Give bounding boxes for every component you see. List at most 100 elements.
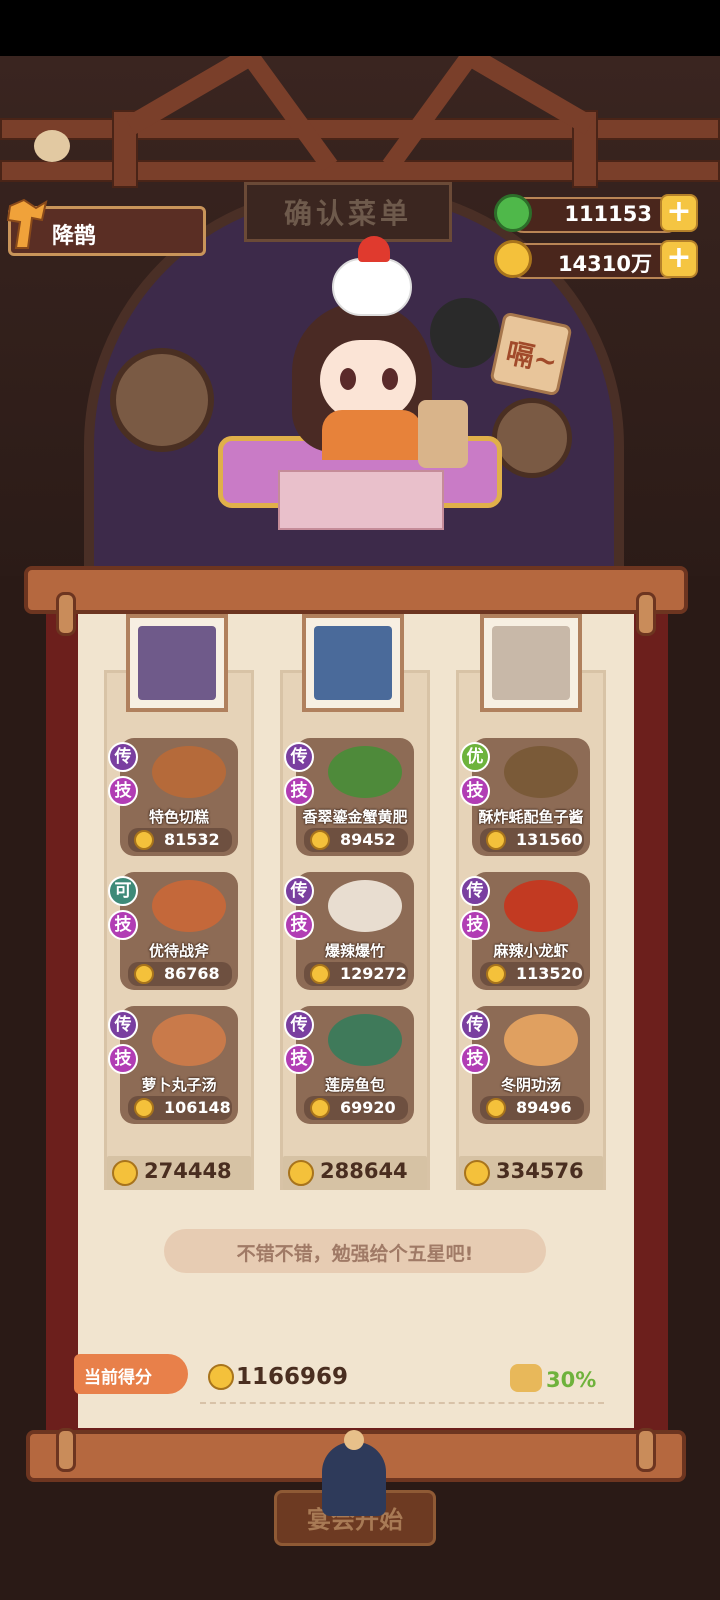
coin-icon [310,830,330,850]
coin-icon [310,964,330,984]
dish-price: 81532 [164,830,220,849]
coin-icon [134,1098,154,1118]
character-face [320,340,416,420]
chicken-comb [358,236,390,262]
character-body [322,410,422,460]
chef-portrait-image [492,626,570,700]
jade-amount: 111153 [564,202,652,226]
dish-image [152,1014,226,1066]
column-total-value: 334576 [496,1159,584,1183]
dish-name: 萝卜丸子汤 [141,1076,217,1094]
dish-tier-badge: 传 [108,742,138,772]
scroll-knob-br [636,1428,656,1472]
dish-skill-badge: 技 [108,910,138,940]
coin-amount: 14310万 [557,252,652,276]
dish-skill-badge: 技 [284,1044,314,1074]
dish-price: 89496 [516,1098,572,1117]
fan-left [110,348,214,452]
coin-icon [486,1098,506,1118]
frying-pan-icon [430,298,500,368]
fan-right [492,398,572,478]
dish-skill-badge: 技 [108,776,138,806]
dish-name: 特色切糕 [148,808,209,826]
chef-portrait[interactable] [126,614,228,712]
dish-tier-badge: 优 [460,742,490,772]
scroll-top-rod [24,566,688,614]
chef-portrait-image [314,626,392,700]
coin-icon [288,1160,314,1186]
coin-icon [112,1160,138,1186]
bonus-percent: 30% [546,1368,597,1392]
chef-portrait[interactable] [480,614,582,712]
coin-icon [486,964,506,984]
dish-price: 131560 [516,830,583,849]
dish-name: 冬阴功汤 [500,1076,561,1094]
roof-truss [124,56,596,172]
dish-tier-badge: 传 [284,876,314,906]
coin-icon [486,830,506,850]
player-avatar-icon[interactable] [6,198,50,252]
jade-add-button[interactable]: + [660,194,698,232]
scroll-knob-tr [636,592,656,636]
column-total-value: 288644 [320,1159,408,1183]
dish-name: 莲房鱼包 [324,1076,385,1094]
chick-decoration [34,130,70,162]
coin-icon [134,830,154,850]
chicken-on-head [332,258,412,316]
character-eye-left [340,368,356,390]
chef-portrait-image [138,626,216,700]
dish-tier-badge: 传 [460,876,490,906]
dish-tier-badge: 可 [108,876,138,906]
menu-sign-text: 确认菜单 [283,197,412,230]
score-divider [200,1402,604,1404]
dish-tier-badge: 传 [284,1010,314,1040]
judge-comment-text: 不错不错，勉强给个五星吧! [236,1243,474,1265]
dish-price: 113520 [516,964,583,983]
player-name: 降鹊 [52,224,97,249]
scroll-knob-bl [56,1428,76,1472]
dish-price: 86768 [164,964,220,983]
table-cloth [278,470,444,530]
dish-price: 69920 [340,1098,396,1117]
dish-skill-badge: 技 [284,776,314,806]
dish-name: 优待战斧 [148,942,209,960]
dish-skill-badge: 技 [460,1044,490,1074]
dish-name: 香翠鎏金蟹黄肥 [302,808,408,826]
dish-image [504,746,578,798]
stacked-bowls [418,400,468,468]
dish-image [328,746,402,798]
coin-icon [464,1160,490,1186]
dish-name: 麻辣小龙虾 [493,942,569,960]
dish-price: 106148 [164,1098,231,1117]
dish-name: 酥炸蚝配鱼子酱 [478,808,584,826]
dish-price: 129272 [340,964,407,983]
dish-skill-badge: 技 [284,910,314,940]
scroll-tassel [322,1442,386,1516]
dish-skill-badge: 技 [460,910,490,940]
column-total-value: 274448 [144,1159,232,1183]
dish-tier-badge: 传 [284,742,314,772]
status-bar [0,0,720,56]
dish-skill-badge: 技 [460,776,490,806]
current-score-label: 当前得分 [84,1368,152,1388]
coin-icon [494,240,532,278]
dish-image [504,880,578,932]
scroll-tassel-knot [344,1430,364,1450]
coin-icon [310,1098,330,1118]
dish-name: 爆辣爆竹 [324,942,385,960]
character-eye-right [382,368,398,390]
dish-tier-badge: 传 [460,1010,490,1040]
dish-image [328,880,402,932]
jade-icon [494,194,532,232]
chef-portrait[interactable] [302,614,404,712]
dish-image [504,1014,578,1066]
score-coin-icon [208,1364,234,1390]
coin-add-button[interactable]: + [660,240,698,278]
bonus-icon [510,1364,542,1392]
dish-tier-badge: 传 [108,1010,138,1040]
game-screen: 确认菜单 降鹊 111153 + 14310万 + 嗝~ 特色切糕 81532 传技… [0,0,720,1600]
dish-image [152,880,226,932]
dish-image [328,1014,402,1066]
dish-image [152,746,226,798]
current-score-value: 1166969 [236,1364,349,1390]
